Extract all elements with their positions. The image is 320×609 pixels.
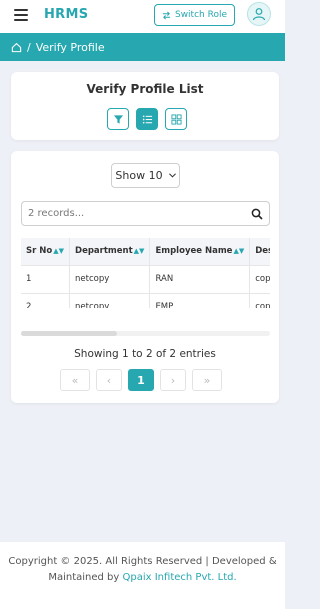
cell-designation: cop [249,293,270,308]
cell-sr-no: 2 [21,293,71,308]
column-header-employee-name[interactable]: Employee Name▲▼ [149,238,251,266]
switch-role-label: Switch Role [174,10,227,20]
filter-icon [113,114,123,124]
user-avatar[interactable] [247,2,271,26]
filter-button[interactable] [107,108,129,130]
pagination: « ‹ 1 › » [60,369,222,391]
cell-designation: cop [249,265,270,294]
page-size-select[interactable]: Show 10 [111,163,180,188]
prev-page-button[interactable]: ‹ [96,369,122,391]
switch-arrows-icon [162,11,171,19]
column-header-sr-no[interactable]: Sr No▲▼ [21,238,71,266]
cell-sr-no: 1 [21,265,71,294]
footer-maintained: Maintained by Qpaix Infitech Pvt. Ltd. [0,570,285,586]
page-title: Verify Profile List [86,82,204,96]
brand-logo[interactable]: HRMS [44,7,88,22]
cell-employee-name: EMP [149,293,251,308]
search-input[interactable]: 2 records... [21,201,270,226]
search-placeholder: 2 records... [28,208,85,219]
table-row[interactable]: 1 netcopy RAN cop [21,265,270,294]
chevron-down-icon [168,173,176,178]
page-size-value: Show 10 [115,169,163,182]
records-table-card: Show 10 2 records... Sr No▲▼ Department▲… [11,151,279,403]
table-horizontal-scrollbar[interactable] [21,331,270,336]
table-row[interactable]: 2 netcopy EMP cop [21,293,270,308]
breadcrumb-current: Verify Profile [35,40,105,54]
column-header-department[interactable]: Department▲▼ [69,238,151,266]
list-icon [142,114,152,124]
company-link[interactable]: Qpaix Infitech Pvt. Ltd. [123,572,237,583]
entries-info: Showing 1 to 2 of 2 entries [74,348,216,360]
sort-icon[interactable]: ▲▼ [233,247,244,255]
top-navbar: HRMS Switch Role [0,0,285,33]
first-page-button[interactable]: « [60,369,90,391]
search-icon[interactable] [251,208,263,220]
breadcrumb: / Verify Profile [0,33,285,61]
sort-icon[interactable]: ▲▼ [134,247,145,255]
page-1-button[interactable]: 1 [128,369,154,391]
column-header-designation[interactable]: Des [249,238,270,266]
user-icon [252,8,266,21]
cell-department: netcopy [69,265,151,294]
footer-maintained-prefix: Maintained by [48,572,123,583]
home-icon[interactable] [11,42,22,53]
grid-view-button[interactable] [165,108,187,130]
view-toggle-group [107,108,187,130]
cell-department: netcopy [69,293,151,308]
switch-role-button[interactable]: Switch Role [154,4,235,26]
last-page-button[interactable]: » [192,369,222,391]
cell-employee-name: RAN [149,265,251,294]
table-header-row: Sr No▲▼ Department▲▼ Employee Name▲▼ Des [21,238,270,266]
footer: Copyright © 2025. All Rights Reserved | … [0,542,285,609]
scrollbar-thumb[interactable] [21,331,117,336]
sort-icon[interactable]: ▲▼ [53,247,64,255]
footer-copyright: Copyright © 2025. All Rights Reserved | … [8,556,277,567]
verify-profile-header-card: Verify Profile List [11,72,279,140]
list-view-button[interactable] [136,108,158,130]
breadcrumb-separator: / [27,40,31,54]
menu-icon[interactable] [14,9,28,21]
next-page-button[interactable]: › [160,369,186,391]
grid-icon [170,113,182,125]
records-table: Sr No▲▼ Department▲▼ Employee Name▲▼ Des… [21,238,270,308]
